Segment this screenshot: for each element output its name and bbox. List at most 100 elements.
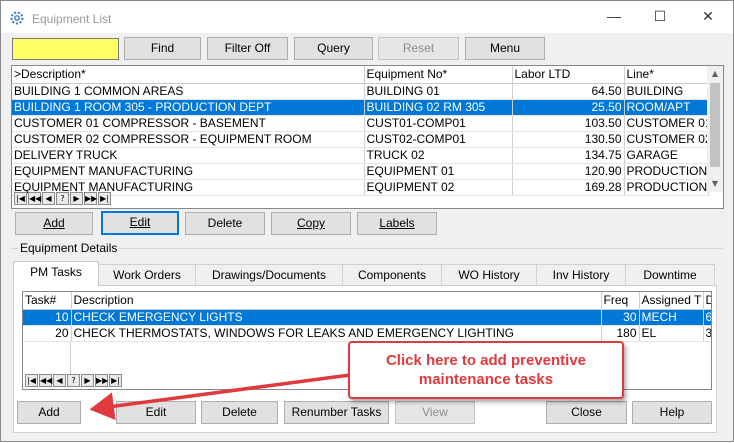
equipment-cell-description: BUILDING 1 ROOM 305 - PRODUCTION DEPT: [12, 99, 365, 116]
help-icon[interactable]: ?: [67, 374, 80, 387]
next-page-icon[interactable]: ▶▶: [84, 192, 97, 205]
column-header-date[interactable]: Da: [703, 292, 711, 310]
pm-add-button[interactable]: Add: [17, 401, 81, 424]
callout-line-1: Click here to add preventive: [385, 352, 587, 369]
previous-page-icon[interactable]: ◀◀: [28, 192, 41, 205]
next-page-icon[interactable]: ▶▶: [95, 374, 108, 387]
window-title: Equipment List: [32, 12, 112, 26]
equipment-cell-labor-ltd: 103.50: [512, 115, 625, 132]
equipment-cell-line: GARAGE: [624, 147, 709, 164]
equipment-cell-labor-ltd: 130.50: [512, 131, 625, 148]
equipment-cell-labor-ltd: 25.50: [512, 99, 625, 116]
equipment-details-label: Equipment Details: [18, 241, 120, 255]
equipment-cell-line: PRODUCTION: [624, 163, 709, 180]
equipment-cell-line: CUSTOMER 02: [624, 131, 709, 148]
help-icon[interactable]: ?: [56, 192, 69, 205]
previous-record-icon[interactable]: ◀: [53, 374, 66, 387]
pm-cell-assigned-to: MECH: [639, 309, 704, 326]
close-window-button[interactable]: ✕: [685, 1, 731, 32]
tab-inv-history[interactable]: Inv History: [536, 264, 626, 285]
minimize-button[interactable]: —: [591, 1, 637, 32]
search-input[interactable]: [12, 38, 119, 60]
pm-cell-description: CHECK THERMOSTATS, WINDOWS FOR LEAKS AND…: [71, 325, 602, 342]
column-header-line[interactable]: Line*: [624, 66, 709, 84]
equipment-row[interactable]: CUSTOMER 02 COMPRESSOR - EQUIPMENT ROOM C…: [12, 131, 709, 148]
equipment-cell-equipment-no: TRUCK 02: [364, 147, 513, 164]
equipment-row[interactable]: DELIVERY TRUCK TRUCK 02 134.75 GARAGE: [12, 147, 709, 164]
pm-delete-button[interactable]: Delete: [201, 401, 278, 424]
equipment-delete-button[interactable]: Delete: [185, 212, 265, 235]
column-header-assigned-to[interactable]: Assigned T: [639, 292, 704, 310]
pm-cell-task-number: 20: [23, 325, 72, 342]
pm-cell-description: CHECK EMERGENCY LIGHTS: [71, 309, 602, 326]
equipment-labels-button[interactable]: Labels: [357, 212, 437, 235]
annotation-callout: Click here to add preventive maintenance…: [348, 341, 624, 399]
previous-record-icon[interactable]: ◀: [42, 192, 55, 205]
pm-header-row: Task# Description Freq Assigned T Da: [23, 292, 711, 310]
tab-drawings-documents[interactable]: Drawings/Documents: [195, 264, 343, 285]
query-button[interactable]: Query: [294, 37, 373, 60]
maximize-button[interactable]: ☐: [637, 1, 683, 32]
equipment-cell-equipment-no: EQUIPMENT 01: [364, 163, 513, 180]
equipment-edit-label: Edit: [129, 215, 151, 229]
pm-cell-task-number: 10: [23, 309, 72, 326]
renumber-tasks-button[interactable]: Renumber Tasks: [284, 401, 389, 424]
pm-column-divider: [70, 342, 71, 375]
equipment-copy-button[interactable]: Copy: [271, 212, 351, 235]
tab-work-orders[interactable]: Work Orders: [98, 264, 196, 285]
equipment-row[interactable]: EQUIPMENT MANUFACTURING EQUIPMENT 02 169.2…: [12, 179, 709, 196]
equipment-cell-equipment-no: EQUIPMENT 02: [364, 179, 513, 196]
tab-components[interactable]: Components: [342, 264, 442, 285]
equipment-add-button[interactable]: Add: [15, 212, 93, 235]
scroll-up-icon[interactable]: ▲: [707, 66, 723, 82]
tab-pm-tasks[interactable]: PM Tasks: [13, 261, 99, 286]
column-header-description[interactable]: >Description*: [12, 66, 365, 84]
pm-task-row[interactable]: 20 CHECK THERMOSTATS, WINDOWS FOR LEAKS A…: [23, 325, 711, 342]
tab-wo-history[interactable]: WO History: [441, 264, 537, 285]
pm-record-navigator: |◀ ◀◀ ◀? ▶ ▶▶ ▶|: [25, 374, 123, 389]
previous-page-icon[interactable]: ◀◀: [39, 374, 52, 387]
next-record-icon[interactable]: ▶: [70, 192, 83, 205]
last-record-icon[interactable]: ▶|: [109, 374, 122, 387]
equipment-record-navigator: |◀ ◀◀ ◀? ▶ ▶▶ ▶|: [14, 192, 112, 207]
tab-downtime[interactable]: Downtime: [625, 264, 715, 285]
filter-off-button[interactable]: Filter Off: [207, 37, 288, 60]
next-record-icon[interactable]: ▶: [81, 374, 94, 387]
column-header-labor-ltd[interactable]: Labor LTD: [512, 66, 625, 84]
pm-cell-date: 3/: [703, 325, 711, 342]
scroll-thumb[interactable]: [710, 83, 720, 167]
equipment-table: >Description* Equipment No* Labor LTD Li…: [12, 66, 709, 196]
pm-view-button[interactable]: View: [395, 401, 475, 424]
equipment-cell-description: EQUIPMENT MANUFACTURING: [12, 163, 365, 180]
pm-cell-date: 6/: [703, 309, 711, 326]
equipment-cell-description: DELIVERY TRUCK: [12, 147, 365, 164]
reset-button[interactable]: Reset: [378, 37, 459, 60]
equipment-labels-label: Labels: [379, 216, 415, 230]
last-record-icon[interactable]: ▶|: [98, 192, 111, 205]
menu-button[interactable]: Menu: [465, 37, 545, 60]
scroll-down-icon[interactable]: ▼: [707, 176, 723, 192]
pm-cell-assigned-to: EL: [639, 325, 704, 342]
column-header-description[interactable]: Description: [71, 292, 602, 310]
pm-task-row[interactable]: 10CHECK EMERGENCY LIGHTS30MECH6/: [23, 309, 711, 326]
pm-edit-button[interactable]: Edit: [116, 401, 196, 424]
equipment-row[interactable]: BUILDING 1 COMMON AREAS BUILDING 01 64.50 B…: [12, 83, 709, 100]
help-button[interactable]: Help: [632, 401, 712, 424]
equipment-grid: >Description* Equipment No* Labor LTD Li…: [11, 65, 724, 209]
equipment-vertical-scrollbar[interactable]: ▲ ▼: [707, 66, 723, 192]
column-header-task-number[interactable]: Task#: [23, 292, 72, 310]
gear-icon: [10, 11, 24, 25]
equipment-row[interactable]: BUILDING 1 ROOM 305 - PRODUCTION DEPT BUI…: [12, 99, 709, 116]
equipment-row[interactable]: EQUIPMENT MANUFACTURING EQUIPMENT 01 120.9…: [12, 163, 709, 180]
equipment-edit-button[interactable]: Edit: [101, 211, 179, 235]
column-header-equipment-no[interactable]: Equipment No*: [364, 66, 513, 84]
equipment-cell-equipment-no: CUST02-COMP01: [364, 131, 513, 148]
equipment-row[interactable]: CUSTOMER 01 COMPRESSOR - BASEMENT CUST01-…: [12, 115, 709, 132]
find-button[interactable]: Find: [124, 37, 201, 60]
first-record-icon[interactable]: |◀: [25, 374, 38, 387]
first-record-icon[interactable]: |◀: [14, 192, 27, 205]
close-button[interactable]: Close: [546, 401, 627, 424]
column-header-freq[interactable]: Freq: [601, 292, 640, 310]
title-bar: Equipment List — ☐ ✕: [1, 1, 733, 33]
equipment-cell-labor-ltd: 134.75: [512, 147, 625, 164]
